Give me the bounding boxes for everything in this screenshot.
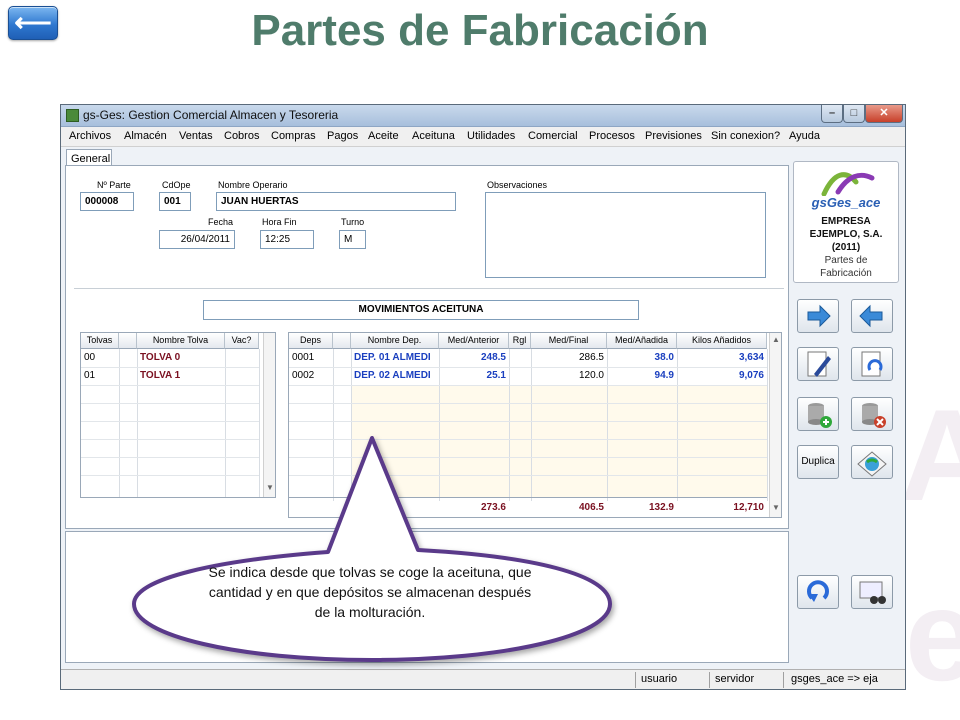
callout-text: Se indica desde que tolvas se coge la ac… (208, 564, 532, 620)
